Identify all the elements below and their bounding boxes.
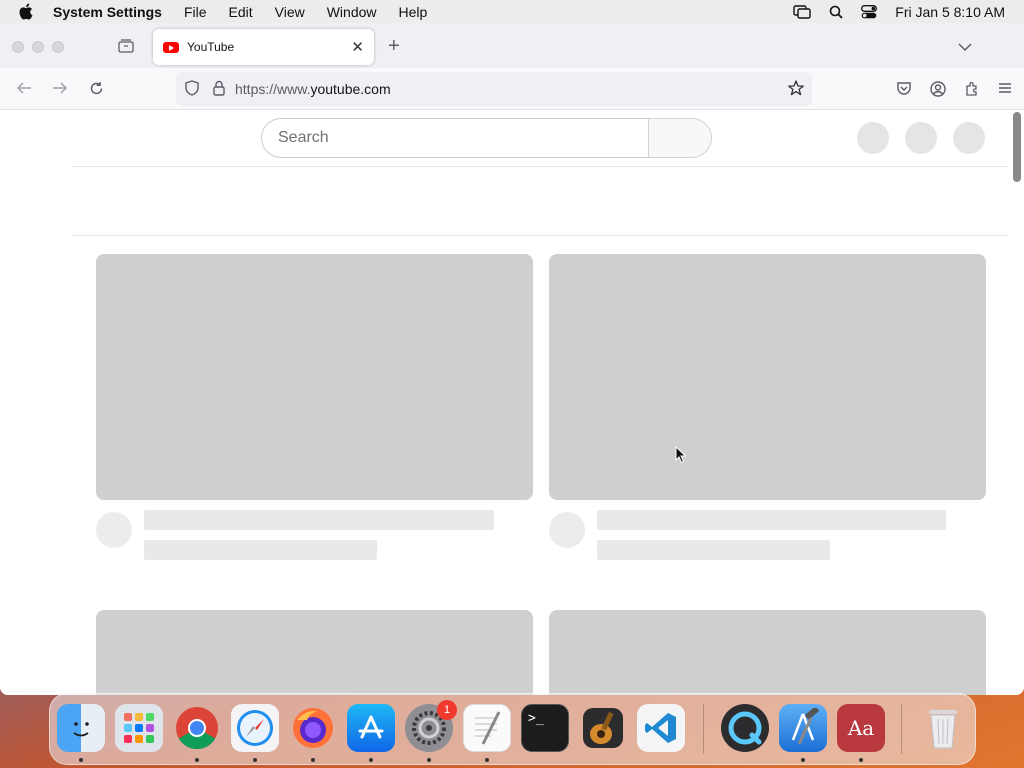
dictionary-label: Aa xyxy=(847,716,875,740)
video-meta-placeholder xyxy=(144,540,377,560)
screen-mirroring-icon[interactable] xyxy=(793,4,811,19)
header-icon-placeholder[interactable] xyxy=(905,122,937,154)
running-indicator xyxy=(369,758,373,762)
forward-icon[interactable] xyxy=(52,81,68,100)
address-bar[interactable]: https://www.youtube.com xyxy=(176,72,812,106)
terminal-icon[interactable]: >_ xyxy=(521,704,569,752)
launchpad-icon[interactable] xyxy=(115,704,163,752)
running-indicator xyxy=(859,758,863,762)
video-thumbnail-placeholder[interactable] xyxy=(549,610,986,695)
extensions-icon[interactable] xyxy=(964,81,980,102)
video-title-placeholder xyxy=(597,510,946,530)
pocket-icon[interactable] xyxy=(896,81,912,102)
tab-youtube[interactable]: YouTube ✕ xyxy=(153,29,374,65)
minimize-window-button[interactable] xyxy=(32,41,44,53)
spotlight-search-icon[interactable] xyxy=(829,5,843,19)
close-tab-icon[interactable]: ✕ xyxy=(351,40,364,55)
browser-window: YouTube ✕ + https://www.youtube.com Sear… xyxy=(0,23,1024,695)
notification-badge: 1 xyxy=(437,700,457,720)
channel-avatar-placeholder xyxy=(549,512,585,548)
scrollbar-thumb[interactable] xyxy=(1013,112,1021,182)
menu-bar: System Settings File Edit View Window He… xyxy=(0,0,1024,23)
url-text[interactable]: https://www.youtube.com xyxy=(235,81,391,97)
menu-help[interactable]: Help xyxy=(399,4,428,20)
channel-avatar-placeholder xyxy=(96,512,132,548)
new-tab-icon[interactable]: + xyxy=(388,35,400,58)
menu-app-name[interactable]: System Settings xyxy=(53,4,162,20)
running-indicator xyxy=(195,758,199,762)
chips-divider xyxy=(72,235,1008,236)
navigation-toolbar: https://www.youtube.com xyxy=(0,68,1024,110)
finder-icon[interactable] xyxy=(57,704,105,752)
dock-separator xyxy=(703,704,704,754)
running-indicator xyxy=(253,758,257,762)
search-input[interactable]: Search xyxy=(261,118,649,158)
page-scrollbar[interactable] xyxy=(1010,110,1024,695)
quicktime-icon[interactable] xyxy=(721,704,769,752)
youtube-page: Search xyxy=(0,110,1010,695)
menu-view[interactable]: View xyxy=(275,4,305,20)
dock: 1 >_ Aa xyxy=(49,693,976,765)
trash-icon[interactable] xyxy=(919,704,967,752)
tracking-protection-icon[interactable] xyxy=(185,79,199,99)
window-controls xyxy=(12,41,64,53)
tab-bar: YouTube ✕ + xyxy=(0,23,1024,68)
search-placeholder: Search xyxy=(278,129,329,146)
running-indicator xyxy=(485,758,489,762)
running-indicator xyxy=(311,758,315,762)
video-title-placeholder xyxy=(144,510,494,530)
list-all-tabs-icon[interactable] xyxy=(958,39,972,57)
menu-clock[interactable]: Fri Jan 5 8:10 AM xyxy=(895,4,1005,20)
menu-edit[interactable]: Edit xyxy=(229,4,253,20)
header-icon-placeholder[interactable] xyxy=(953,122,985,154)
firefox-icon[interactable] xyxy=(289,704,337,752)
mouse-cursor-icon xyxy=(675,445,687,469)
url-prefix: https://www. xyxy=(235,81,311,97)
header-divider xyxy=(72,166,1008,167)
search-button[interactable] xyxy=(648,118,712,158)
chrome-icon[interactable] xyxy=(173,704,221,752)
vscode-icon[interactable] xyxy=(637,704,685,752)
running-indicator xyxy=(801,758,805,762)
menu-window[interactable]: Window xyxy=(327,4,377,20)
header-icon-placeholder[interactable] xyxy=(857,122,889,154)
terminal-label: >_ xyxy=(528,711,544,726)
dictionary-icon[interactable]: Aa xyxy=(837,704,885,752)
menu-file[interactable]: File xyxy=(184,4,207,20)
app-menu-icon[interactable] xyxy=(998,81,1012,102)
firefox-view-icon[interactable] xyxy=(117,38,135,54)
url-domain: youtube.com xyxy=(310,81,391,97)
reload-icon[interactable] xyxy=(89,81,104,101)
tab-title: YouTube xyxy=(187,40,235,54)
running-indicator xyxy=(79,758,83,762)
safari-icon[interactable] xyxy=(231,704,279,752)
close-window-button[interactable] xyxy=(12,41,24,53)
dock-separator xyxy=(901,704,902,754)
running-indicator xyxy=(427,758,431,762)
youtube-favicon-icon xyxy=(163,41,179,53)
garageband-icon[interactable] xyxy=(579,704,627,752)
lock-icon[interactable] xyxy=(213,80,225,99)
video-meta-placeholder xyxy=(597,540,830,560)
back-icon[interactable] xyxy=(16,81,32,100)
textedit-icon[interactable] xyxy=(463,704,511,752)
bookmark-star-icon[interactable] xyxy=(788,80,804,99)
video-thumbnail-placeholder[interactable] xyxy=(549,254,986,500)
control-center-icon[interactable] xyxy=(861,4,878,19)
video-thumbnail-placeholder[interactable] xyxy=(96,610,533,695)
video-thumbnail-placeholder[interactable] xyxy=(96,254,533,500)
xcode-icon[interactable] xyxy=(779,704,827,752)
zoom-window-button[interactable] xyxy=(52,41,64,53)
apple-menu-icon[interactable] xyxy=(18,3,36,20)
account-icon[interactable] xyxy=(930,81,946,102)
app-store-icon[interactable] xyxy=(347,704,395,752)
